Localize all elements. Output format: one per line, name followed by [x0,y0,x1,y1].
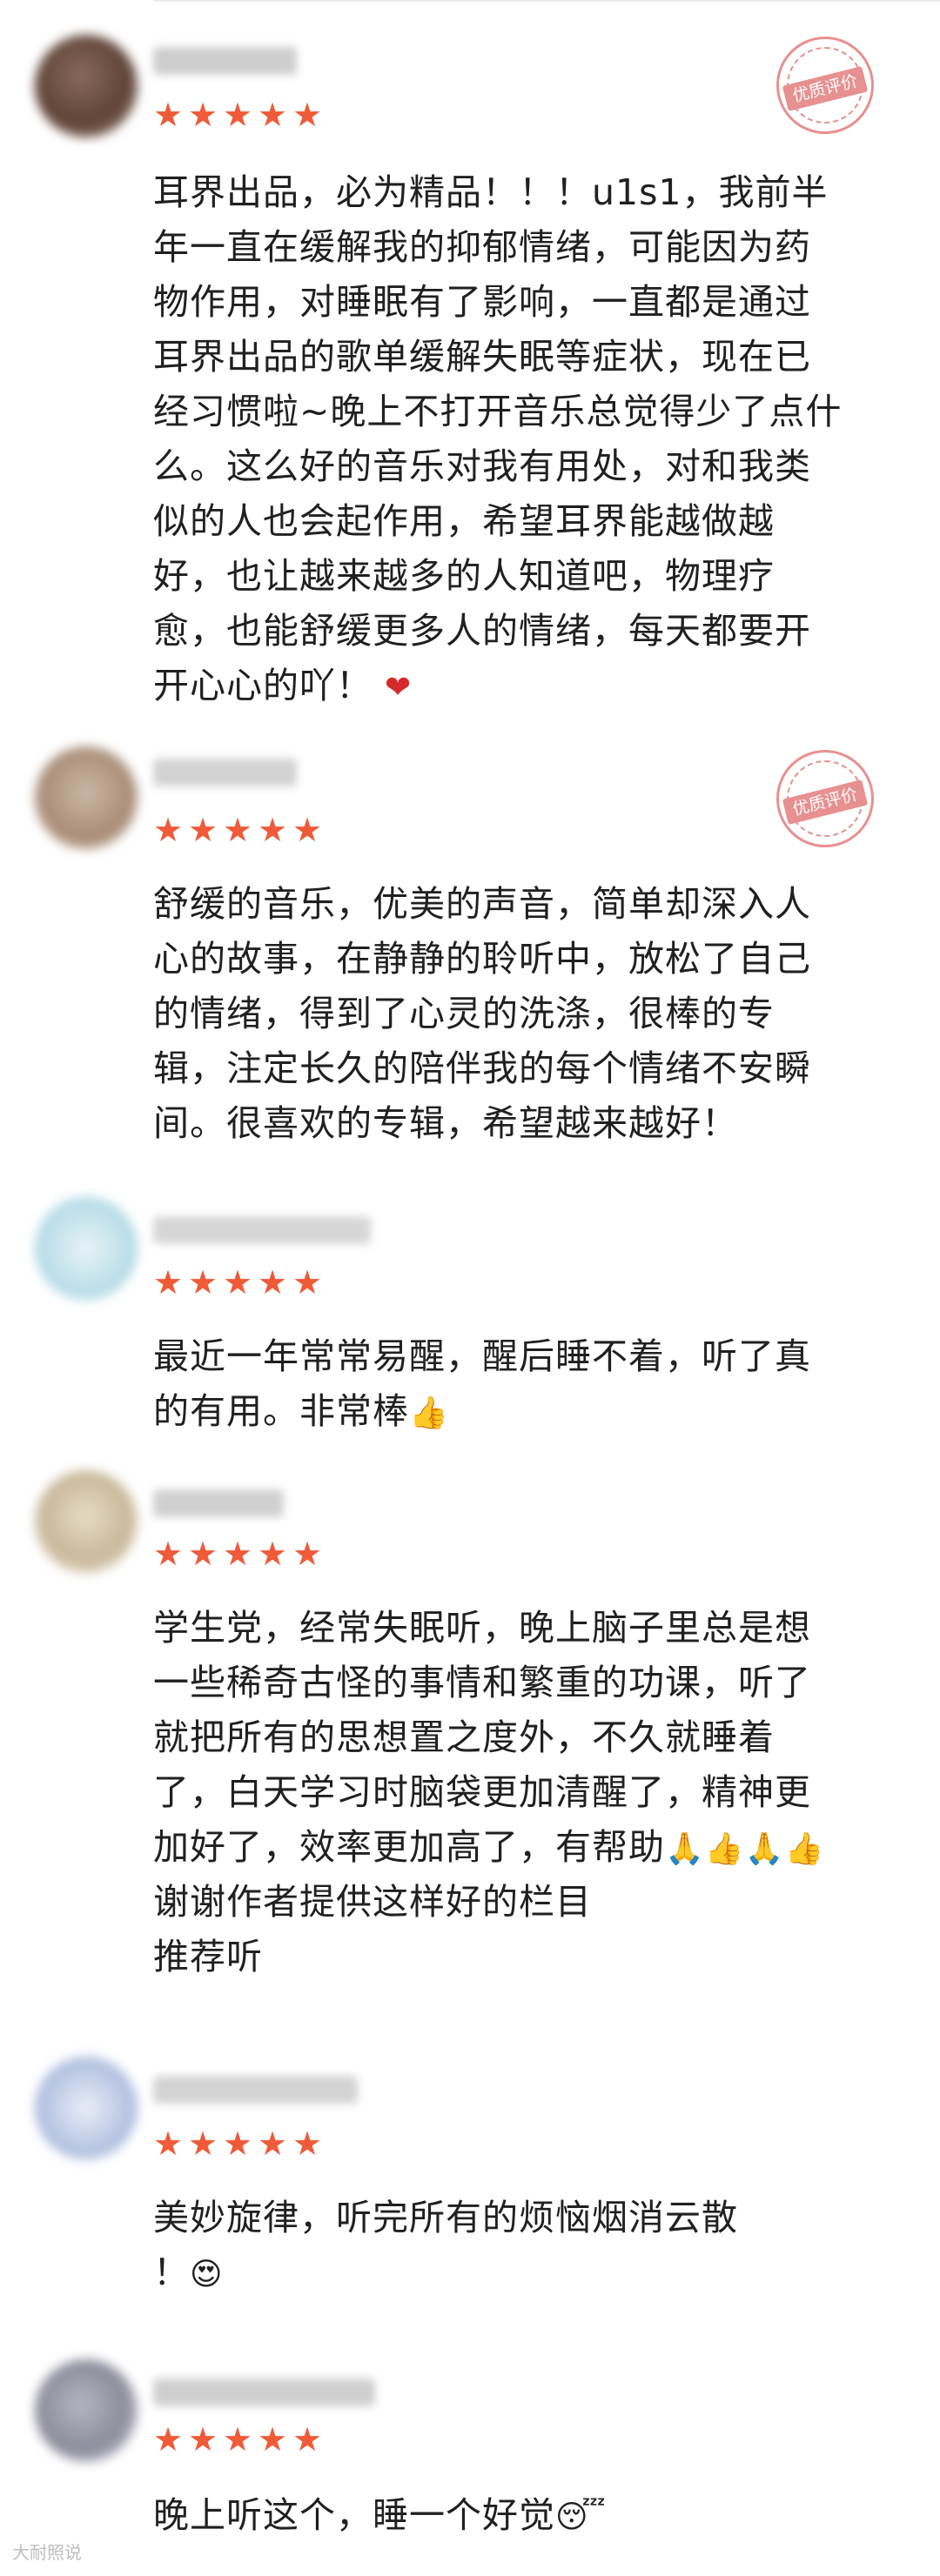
username[interactable] [153,1489,284,1517]
star-icon: ★ [153,2124,184,2163]
star-icon: ★ [223,96,253,134]
username[interactable] [153,47,297,75]
star-rating: ★ ★ ★ ★ ★ [153,2126,326,2161]
star-icon: ★ [292,96,323,134]
star-icon: ★ [153,2420,184,2459]
star-icon: ★ [188,2124,218,2163]
star-icon: ★ [188,811,218,849]
review-text-content: 美妙旋律，听完所有的烦恼烟消云散 ！ [153,2197,738,2293]
star-icon: ★ [258,1263,288,1301]
username[interactable] [153,2076,358,2104]
star-rating: ★ ★ ★ ★ ★ [153,2422,326,2457]
star-icon: ★ [223,1535,253,1573]
review-text: 最近一年常常易醒，醒后睡不着，听了真 的有用。非常棒👍 [153,1329,902,1439]
watermark: 大耐照说 [12,2542,82,2563]
star-icon: ★ [258,1535,288,1573]
star-icon: ★ [292,1263,323,1301]
review-text-content: 学生党，经常失眠听，晚上脑子里总是想 一些稀奇古怪的事情和繁重的功课，听了 就把… [153,1607,811,1868]
review-text: 学生党，经常失眠听，晚上脑子里总是想 一些稀奇古怪的事情和繁重的功课，听了 就把… [153,1601,902,1875]
star-icon: ★ [153,96,184,134]
review-text-content: 最近一年常常易醒，醒后睡不着，听了真 的有用。非常棒 [153,1335,811,1432]
quality-review-seal-icon: 优质评价 [776,750,874,847]
star-icon: ★ [188,1263,218,1301]
star-icon: ★ [292,1535,323,1573]
star-icon: ★ [188,1535,218,1573]
review-text-content: 耳界出品，必为精品！！！u1s1，我前半 年一直在缓解我的抑郁情绪，可能因为药 … [153,171,843,706]
star-icon: ★ [292,2420,323,2459]
star-icon: ★ [223,811,253,849]
thanks-thumbs-up-icon: 🙏👍🙏👍 [665,1831,825,1867]
star-icon: ★ [258,811,288,849]
avatar[interactable] [35,2057,138,2159]
avatar[interactable] [35,2359,138,2462]
star-rating: ★ ★ ★ ★ ★ [153,1536,326,1571]
username[interactable] [153,759,297,786]
star-icon: ★ [188,96,218,134]
review-text: 晚上听这个，睡一个好觉😴 [153,2488,902,2543]
star-icon: ★ [292,2124,323,2163]
star-icon: ★ [258,96,288,134]
review-text: 美妙旋律，听完所有的烦恼烟消云散 ！😍 [153,2191,902,2300]
star-icon: ★ [258,2124,288,2163]
star-icon: ★ [153,811,184,849]
star-rating: ★ ★ ★ ★ ★ [153,97,326,132]
username[interactable] [153,1216,371,1244]
star-icon: ★ [223,2124,253,2163]
heart-eyes-icon: 😍 [190,2257,224,2292]
review-text-extra: 谢谢作者提供这样好的栏目 推荐听 [153,1881,592,1977]
review-text: 耳界出品，必为精品！！！u1s1，我前半 年一直在缓解我的抑郁情绪，可能因为药 … [153,165,902,713]
star-icon: ★ [258,2420,288,2459]
quality-review-seal-icon: 优质评价 [776,37,874,134]
sleepy-face-icon: 😴 [555,2499,607,2535]
avatar[interactable] [35,35,138,137]
star-rating: ★ ★ ★ ★ ★ [153,813,326,847]
avatar[interactable] [35,1197,138,1300]
star-rating: ★ ★ ★ ★ ★ [153,1265,326,1300]
star-icon: ★ [223,1263,253,1301]
star-icon: ★ [188,2420,218,2459]
thumbs-up-icon: 👍 [409,1395,449,1431]
star-icon: ★ [153,1263,184,1301]
review-text: 舒缓的音乐，优美的声音，简单却深入人 心的故事，在静静的聆听中，放松了自己 的情… [153,883,811,1144]
star-icon: ★ [223,2420,253,2459]
review-text-content: 晚上听这个，睡一个好觉 [153,2494,555,2536]
username[interactable] [153,2379,375,2406]
star-icon: ★ [292,811,323,849]
top-divider [153,0,940,2]
avatar[interactable] [35,746,138,849]
avatar[interactable] [35,1470,138,1573]
heart-icon: ❤ [385,670,413,706]
star-icon: ★ [153,1535,184,1573]
